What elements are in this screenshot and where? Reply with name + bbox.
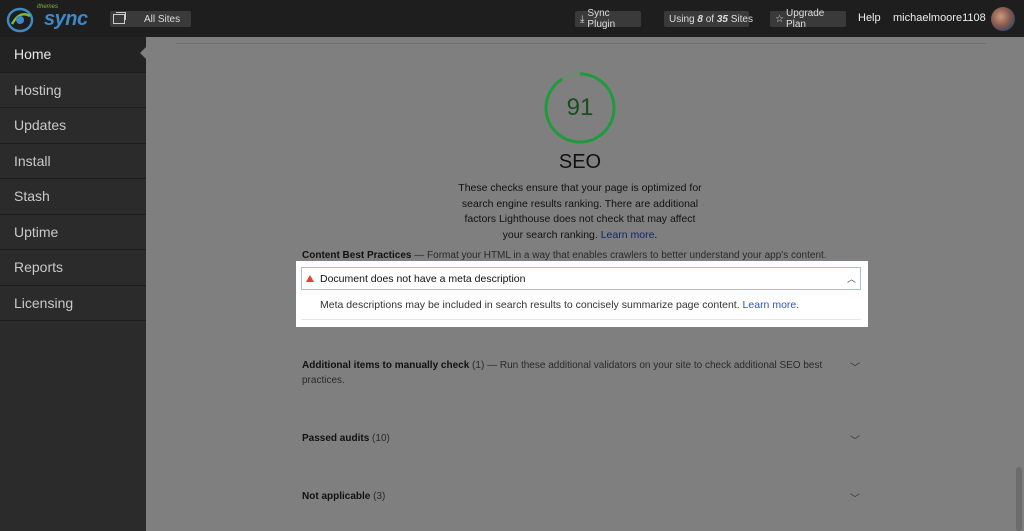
sidebar-item-install[interactable]: Install (0, 144, 146, 179)
category-title: SEO (558, 151, 602, 173)
all-sites-label: All Sites (144, 13, 181, 25)
seo-score: 91 (566, 94, 594, 121)
sidebar-item-uptime[interactable]: Uptime (0, 215, 146, 250)
sidebar-item-label: Updates (14, 117, 67, 134)
sidebar-item-label: Home (14, 46, 52, 63)
usage-total: 35 (716, 13, 728, 25)
chevron-down-icon[interactable]: ﹀ (850, 359, 860, 374)
upgrade-plan-button[interactable]: ☆ Upgrade Plan (770, 8, 846, 30)
audit-title: Document does not have a meta descriptio… (320, 272, 526, 285)
download-icon: ⤓ (580, 13, 585, 25)
group-count: (10) (372, 433, 390, 444)
chevron-down-icon[interactable]: ﹀ (850, 490, 860, 505)
manual-check-group[interactable]: Additional items to manually check (1) —… (302, 358, 842, 388)
sidebar-item-label: Hosting (14, 81, 62, 98)
group-title: Passed audits (302, 433, 370, 444)
group-title: Additional items to manually check (302, 360, 470, 371)
not-applicable-group[interactable]: Not applicable (3) (302, 489, 862, 504)
scrollbar[interactable] (1016, 467, 1022, 531)
sync-logo-icon (6, 7, 34, 33)
audit-learn-more-link[interactable]: Learn more (743, 299, 797, 311)
sync-plugin-label: Sync Plugin (587, 8, 616, 30)
help-link[interactable]: Help (858, 12, 881, 24)
sidebar-item-label: Reports (14, 259, 64, 276)
sync-plugin-button[interactable]: ⤓ Sync Plugin (575, 8, 641, 30)
sidebar-item-stash[interactable]: Stash (0, 179, 146, 215)
group-dash: — (487, 360, 498, 371)
ithemes-sync-logo[interactable]: ithemes sync (6, 3, 88, 35)
audit-header[interactable]: Document does not have a meta descriptio… (301, 267, 861, 290)
all-sites-button[interactable]: All Sites (110, 11, 191, 27)
star-icon: ☆ (775, 13, 784, 25)
sidebar-item-updates[interactable]: Updates (0, 108, 146, 144)
logo-title: sync (44, 8, 88, 30)
sidebar-item-licensing[interactable]: Licensing (0, 286, 146, 321)
main-content: 91 SEO These checks ensure that your pag… (146, 37, 1024, 531)
section-title: Content Best Practices (302, 250, 412, 261)
section-dash: — (414, 250, 425, 261)
divider (176, 43, 986, 44)
group-title: Not applicable (302, 491, 371, 502)
learn-more-link[interactable]: Learn more (601, 229, 655, 241)
group-count: (3) (373, 491, 386, 502)
sidebar-item-home[interactable]: Home (0, 37, 146, 73)
usage-of: of (705, 13, 715, 25)
audit-body-text: Meta descriptions may be included in sea… (320, 299, 740, 311)
upgrade-plan-label: Upgrade Plan (785, 8, 825, 30)
meta-description-audit: Document does not have a meta descriptio… (296, 261, 868, 327)
description-text: These checks ensure that your page is op… (458, 182, 702, 241)
site-usage-button[interactable]: Using 8 of 35 Sites (664, 11, 753, 27)
sidebar-item-label: Uptime (14, 223, 59, 240)
sidebar-item-label: Install (14, 152, 51, 169)
sidebar: Home Hosting Updates Install Stash Uptim… (0, 37, 146, 531)
sidebar-item-reports[interactable]: Reports (0, 250, 146, 286)
category-description: These checks ensure that your page is op… (458, 182, 702, 241)
sites-icon (113, 12, 126, 24)
section-description: Format your HTML in a way that enables c… (427, 250, 827, 261)
usage-prefix: Using (669, 13, 695, 25)
passed-audits-group[interactable]: Passed audits (10) (302, 431, 862, 446)
chevron-up-icon[interactable]: ︿ (847, 272, 856, 285)
sidebar-item-label: Licensing (14, 294, 74, 311)
top-bar: ithemes sync All Sites ⤓ Sync Plugin Usi… (0, 0, 1024, 37)
group-count: (1) (472, 360, 485, 371)
sidebar-item-hosting[interactable]: Hosting (0, 73, 146, 108)
sidebar-item-label: Stash (14, 188, 50, 205)
usage-used: 8 (697, 13, 703, 25)
avatar[interactable] (991, 7, 1015, 31)
divider (301, 319, 861, 320)
warning-triangle-icon (306, 275, 314, 282)
username[interactable]: michaelmoore1108 (893, 12, 986, 24)
chevron-down-icon[interactable]: ﹀ (850, 432, 860, 447)
audit-description: Meta descriptions may be included in sea… (320, 299, 800, 311)
usage-suffix: Sites (730, 13, 753, 25)
